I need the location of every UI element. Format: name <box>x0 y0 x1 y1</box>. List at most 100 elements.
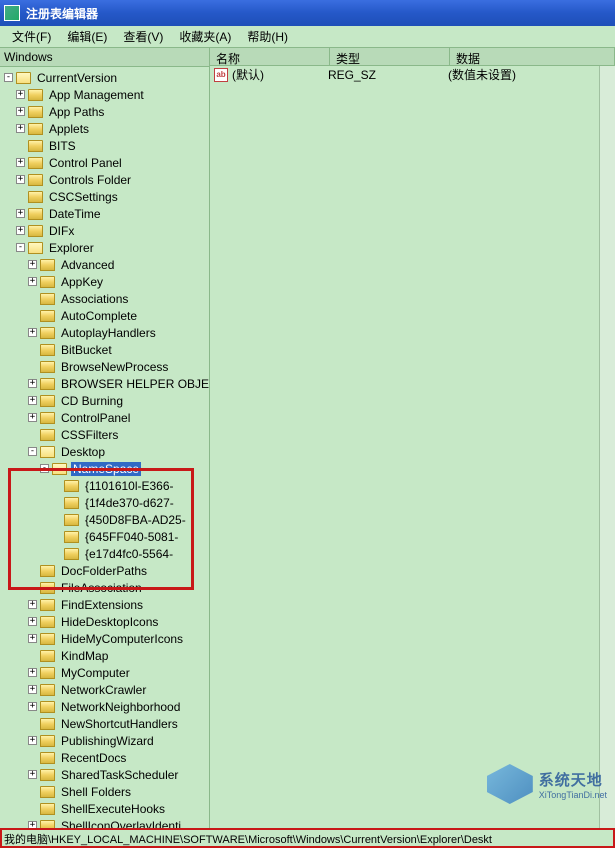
tree-node-browsenewprocess[interactable]: BrowseNewProcess <box>0 358 209 375</box>
tree-node-label: {1101610l-E366- <box>83 479 176 493</box>
expand-toggle[interactable]: + <box>28 770 37 779</box>
tree-node-app-paths[interactable]: + App Paths <box>0 103 209 120</box>
tree-node-associations[interactable]: Associations <box>0 290 209 307</box>
tree-node-label: SharedTaskScheduler <box>59 768 180 782</box>
tree-node-sharedtaskscheduler[interactable]: + SharedTaskScheduler <box>0 766 209 783</box>
menu-bar: 文件(F) 编辑(E) 查看(V) 收藏夹(A) 帮助(H) <box>0 26 615 48</box>
folder-icon <box>40 429 55 441</box>
list-pane: 名称 类型 数据 ab(默认)REG_SZ(数值未设置) 系统天地 XiTong… <box>210 48 615 828</box>
tree-node-appkey[interactable]: +AppKey <box>0 273 209 290</box>
tree-node-difx[interactable]: +DIFx <box>0 222 209 239</box>
expand-toggle[interactable]: + <box>28 702 37 711</box>
expand-toggle[interactable]: - <box>4 73 13 82</box>
tree-node-networkcrawler[interactable]: +NetworkCrawler <box>0 681 209 698</box>
expand-toggle[interactable]: + <box>16 107 25 116</box>
expand-toggle[interactable]: - <box>16 243 25 252</box>
tree-node-label: Control Panel <box>47 156 124 170</box>
tree-node-desktop[interactable]: -Desktop <box>0 443 209 460</box>
tree-node-explorer[interactable]: -Explorer <box>0 239 209 256</box>
tree-node-autoplayhandlers[interactable]: + AutoplayHandlers <box>0 324 209 341</box>
tree-node-shell-folders[interactable]: Shell Folders <box>0 783 209 800</box>
expand-toggle[interactable]: + <box>28 736 37 745</box>
col-type[interactable]: 类型 <box>330 48 450 65</box>
tree-node-cssfilters[interactable]: CSSFilters <box>0 426 209 443</box>
value-row[interactable]: ab(默认)REG_SZ(数值未设置) <box>210 66 615 83</box>
menu-view[interactable]: 查看(V) <box>115 26 171 47</box>
tree-node-label: CSCSettings <box>47 190 120 204</box>
col-name[interactable]: 名称 <box>210 48 330 65</box>
tree-node--1f4de370-d627-[interactable]: {1f4de370-d627- <box>0 494 209 511</box>
expand-toggle[interactable]: + <box>16 209 25 218</box>
expand-toggle[interactable]: - <box>40 464 49 473</box>
tree-node-docfolderpaths[interactable]: DocFolderPaths <box>0 562 209 579</box>
tree-node-hidemycomputericons[interactable]: +HideMyComputerIcons <box>0 630 209 647</box>
expand-toggle[interactable]: + <box>28 328 37 337</box>
tree-node-cscsettings[interactable]: CSCSettings <box>0 188 209 205</box>
expand-toggle[interactable]: + <box>28 396 37 405</box>
tree-node-recentdocs[interactable]: RecentDocs <box>0 749 209 766</box>
tree-node-autocomplete[interactable]: AutoComplete <box>0 307 209 324</box>
tree-node-networkneighborhood[interactable]: +NetworkNeighborhood <box>0 698 209 715</box>
tree-node-findextensions[interactable]: +FindExtensions <box>0 596 209 613</box>
tree-node--645ff040-5081-[interactable]: {645FF040-5081- <box>0 528 209 545</box>
expand-toggle[interactable]: + <box>28 600 37 609</box>
tree-node-namespace[interactable]: -NameSpace <box>0 460 209 477</box>
tree-node-app-management[interactable]: + App Management <box>0 86 209 103</box>
tree-node-label: Shell Folders <box>59 785 133 799</box>
menu-help[interactable]: 帮助(H) <box>239 26 296 47</box>
folder-icon <box>28 123 43 135</box>
expand-toggle[interactable]: + <box>28 634 37 643</box>
tree-node-control-panel[interactable]: + Control Panel <box>0 154 209 171</box>
folder-icon <box>40 412 55 424</box>
col-data[interactable]: 数据 <box>450 48 615 65</box>
folder-icon <box>40 259 55 271</box>
tree-node-controls-folder[interactable]: +Controls Folder <box>0 171 209 188</box>
tree-node-publishingwizard[interactable]: +PublishingWizard <box>0 732 209 749</box>
expand-toggle[interactable]: + <box>16 90 25 99</box>
tree-node--e17d4fc0-5564-[interactable]: {e17d4fc0-5564- <box>0 545 209 562</box>
tree-node-newshortcuthandlers[interactable]: NewShortcutHandlers <box>0 715 209 732</box>
tree-node-bitbucket[interactable]: BitBucket <box>0 341 209 358</box>
tree-node-cd-burning[interactable]: +CD Burning <box>0 392 209 409</box>
tree-node-bits[interactable]: BITS <box>0 137 209 154</box>
expand-toggle[interactable]: + <box>28 260 37 269</box>
tree-node-label: Applets <box>47 122 91 136</box>
folder-icon <box>40 752 55 764</box>
menu-favorites[interactable]: 收藏夹(A) <box>171 26 239 47</box>
expand-toggle[interactable]: + <box>28 668 37 677</box>
expand-toggle[interactable]: + <box>16 158 25 167</box>
expand-toggle[interactable]: + <box>16 124 25 133</box>
menu-file[interactable]: 文件(F) <box>4 26 59 47</box>
tree-node-advanced[interactable]: +Advanced <box>0 256 209 273</box>
tree-node--450d8fba-ad25-[interactable]: {450D8FBA-AD25- <box>0 511 209 528</box>
tree-node-currentversion[interactable]: -CurrentVersion <box>0 69 209 86</box>
folder-icon <box>40 293 55 305</box>
tree-node-label: App Management <box>47 88 146 102</box>
tree-node-hidedesktopicons[interactable]: +HideDesktopIcons <box>0 613 209 630</box>
tree-pane: Windows -CurrentVersion+App Management+A… <box>0 48 210 828</box>
tree-node-mycomputer[interactable]: +MyComputer <box>0 664 209 681</box>
tree-node-fileassociation[interactable]: FileAssociation <box>0 579 209 596</box>
expand-toggle[interactable]: + <box>28 413 37 422</box>
expand-toggle[interactable]: + <box>28 821 37 828</box>
tree-node-controlpanel[interactable]: +ControlPanel <box>0 409 209 426</box>
expand-toggle[interactable]: - <box>28 447 37 456</box>
expand-toggle[interactable]: + <box>28 685 37 694</box>
tree-node-label: AutoplayHandlers <box>59 326 158 340</box>
tree-node-label: App Paths <box>47 105 106 119</box>
menu-edit[interactable]: 编辑(E) <box>59 26 115 47</box>
expand-toggle[interactable]: + <box>28 379 37 388</box>
tree-node-applets[interactable]: + Applets <box>0 120 209 137</box>
expand-toggle[interactable]: + <box>28 617 37 626</box>
expand-toggle[interactable]: + <box>16 175 25 184</box>
tree-node--1101610l-e366-[interactable]: {1101610l-E366- <box>0 477 209 494</box>
status-bar: 我的电脑\HKEY_LOCAL_MACHINE\SOFTWARE\Microso… <box>0 828 615 848</box>
tree-node-kindmap[interactable]: KindMap <box>0 647 209 664</box>
expand-toggle[interactable]: + <box>28 277 37 286</box>
scrollbar-vertical[interactable] <box>599 66 615 828</box>
expand-toggle[interactable]: + <box>16 226 25 235</box>
tree-node-browser-helper-objects[interactable]: +BROWSER HELPER OBJECTS <box>0 375 209 392</box>
tree-node-shellexecutehooks[interactable]: ShellExecuteHooks <box>0 800 209 817</box>
tree-node-shelliconoverlayidenti[interactable]: +ShellIconOverlayIdenti <box>0 817 209 828</box>
tree-node-datetime[interactable]: +DateTime <box>0 205 209 222</box>
